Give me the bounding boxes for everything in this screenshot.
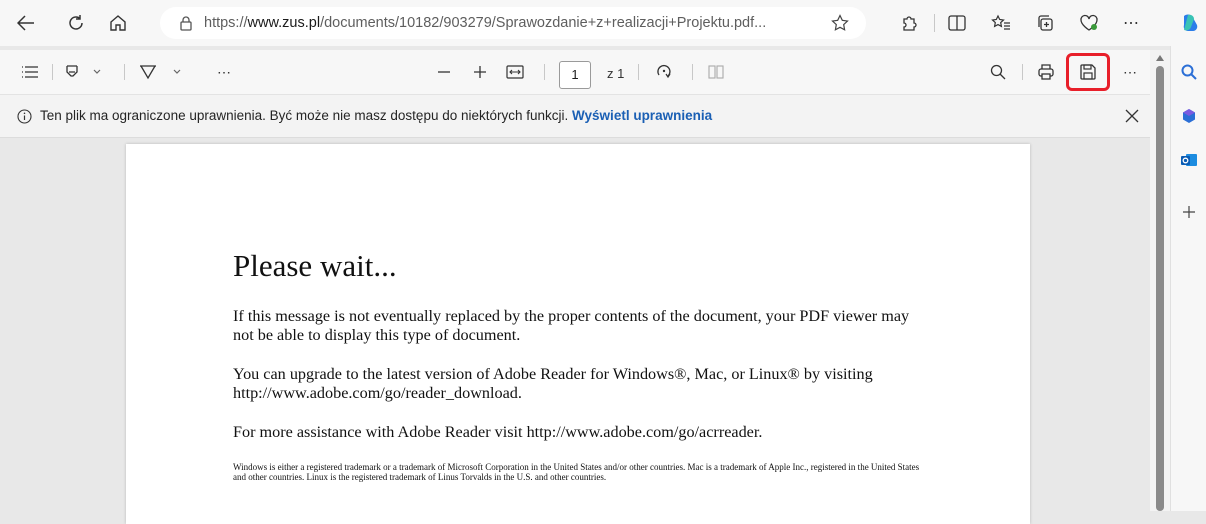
toolbar-separator — [934, 14, 935, 32]
draw-tool-icon[interactable] — [138, 62, 186, 82]
favorite-star-icon[interactable] — [830, 14, 850, 32]
find-icon[interactable] — [988, 62, 1008, 82]
browser-essentials-icon[interactable] — [1078, 12, 1100, 34]
page-view-icon[interactable] — [706, 62, 726, 82]
view-permissions-link[interactable]: Wyświetl uprawnienia — [572, 108, 712, 123]
print-icon[interactable] — [1036, 62, 1056, 82]
split-screen-icon[interactable] — [946, 12, 968, 34]
refresh-icon — [69, 15, 83, 30]
url-text: https://www.zus.pl/documents/10182/90327… — [204, 15, 767, 31]
toolbar-separator — [124, 64, 125, 80]
copilot-icon[interactable] — [1178, 10, 1202, 36]
zoom-out-button[interactable] — [434, 62, 454, 82]
extensions-icon[interactable] — [898, 12, 920, 34]
toolbar-separator — [638, 64, 639, 80]
edge-sidebar — [1170, 46, 1206, 511]
lock-icon — [178, 15, 194, 31]
search-icon[interactable] — [1179, 62, 1199, 82]
more-options-icon[interactable]: ⋯ — [1120, 12, 1142, 34]
address-field[interactable]: https://www.zus.pl/documents/10182/90327… — [160, 7, 866, 39]
pdf-page: Please wait... If this message is not ev… — [126, 144, 1030, 524]
permissions-info-bar: Ten plik ma ograniczone uprawnienia. Być… — [0, 95, 1150, 138]
shopping-icon[interactable] — [1179, 106, 1199, 126]
outlook-icon[interactable] — [1179, 150, 1199, 170]
trademark-notice: Windows is either a registered trademark… — [233, 462, 920, 482]
toolbar-separator — [692, 64, 693, 80]
back-button[interactable] — [14, 12, 38, 34]
rotate-button[interactable] — [654, 62, 674, 82]
page-title: Please wait... — [233, 248, 397, 283]
fit-width-button[interactable] — [504, 62, 526, 82]
browser-address-bar: https://www.zus.pl/documents/10182/90327… — [0, 0, 1206, 46]
pdf-toolbar: ⋯ 1 z 1 ⋯ — [0, 50, 1150, 95]
favorites-icon[interactable] — [990, 12, 1012, 34]
zoom-in-button[interactable] — [470, 62, 490, 82]
scroll-thumb[interactable] — [1156, 66, 1164, 511]
refresh-button[interactable] — [64, 12, 88, 34]
save-highlight-box — [1066, 53, 1110, 91]
info-icon — [16, 108, 32, 124]
add-icon[interactable] — [1179, 202, 1199, 222]
info-message: Ten plik ma ograniczone uprawnienia. Być… — [40, 108, 713, 123]
toolbar-separator — [544, 64, 545, 80]
home-button[interactable] — [106, 12, 130, 34]
message-paragraph: If this message is not eventually replac… — [233, 307, 910, 344]
contents-list-icon[interactable] — [20, 62, 40, 82]
page-count: z 1 — [607, 66, 625, 81]
close-icon[interactable] — [1122, 106, 1142, 126]
upgrade-paragraph: You can upgrade to the latest version of… — [233, 365, 873, 402]
pdf-more-options-icon[interactable]: ⋯ — [1120, 62, 1140, 82]
back-arrow-icon — [17, 15, 34, 31]
document-viewer[interactable]: Please wait... If this message is not ev… — [0, 138, 1150, 524]
highlight-tool-icon[interactable] — [64, 62, 104, 82]
home-icon — [110, 15, 126, 31]
assistance-paragraph: For more assistance with Adobe Reader vi… — [233, 423, 763, 441]
toolbar-separator — [1022, 64, 1023, 80]
page-number-input[interactable]: 1 — [559, 61, 591, 89]
scroll-up-arrow-icon[interactable] — [1155, 54, 1165, 62]
toolbar-separator — [52, 64, 53, 80]
more-tools-icon[interactable]: ⋯ — [214, 62, 234, 82]
collections-icon[interactable] — [1034, 12, 1056, 34]
